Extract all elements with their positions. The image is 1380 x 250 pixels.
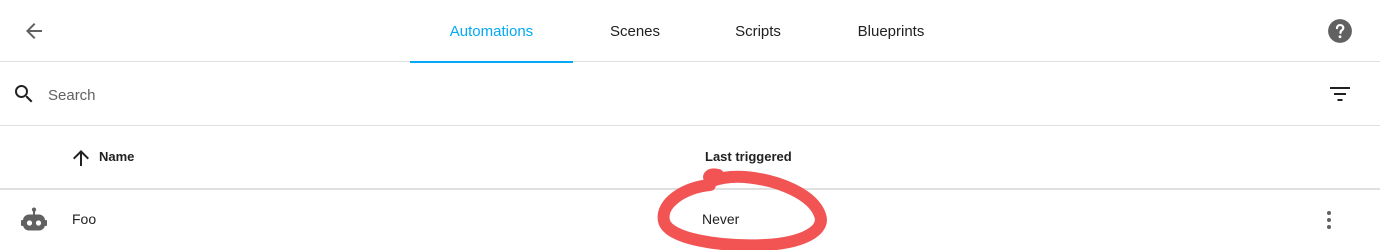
back-button[interactable]: [14, 11, 54, 51]
column-header-name[interactable]: Name: [99, 149, 134, 164]
column-header-last-triggered[interactable]: Last triggered: [705, 149, 792, 164]
automation-name: Foo: [72, 211, 97, 227]
tab-label: Automations: [449, 22, 534, 40]
table-row[interactable]: Foo Never: [0, 190, 1380, 250]
table-header: Name Last triggered: [0, 126, 1380, 190]
tab-label: Scripts: [735, 22, 781, 40]
help-circle-icon: [1328, 19, 1352, 43]
tab-label: Blueprints: [857, 22, 925, 40]
tab-label: Scenes: [609, 22, 661, 40]
search-icon: [15, 85, 33, 103]
tab-blueprints[interactable]: Blueprints: [819, 0, 963, 62]
search-input[interactable]: [46, 80, 1250, 110]
help-button[interactable]: [1320, 11, 1360, 51]
arrow-left-icon: [26, 23, 42, 39]
toolbar: Automations Scenes Scripts Blueprints: [0, 0, 1380, 63]
dots-vertical-icon: [1327, 211, 1331, 229]
tab-automations[interactable]: Automations: [410, 0, 573, 63]
filter-button[interactable]: [1320, 74, 1360, 114]
search-bar: [0, 62, 1380, 126]
arrow-up-icon[interactable]: [69, 146, 93, 170]
last-triggered-value: Never: [702, 211, 740, 227]
overflow-menu-button[interactable]: [1314, 200, 1344, 240]
tab-scenes[interactable]: Scenes: [573, 0, 697, 62]
filter-icon: [1330, 87, 1350, 101]
robot-icon: [21, 207, 47, 231]
tab-scripts[interactable]: Scripts: [697, 0, 819, 62]
